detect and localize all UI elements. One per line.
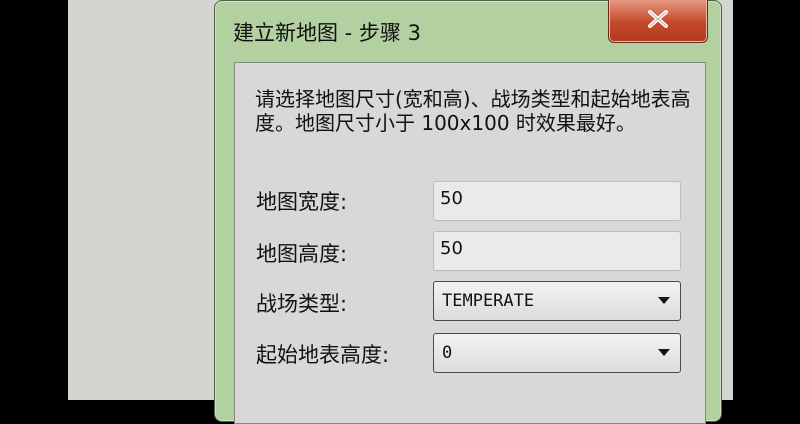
- chevron-down-icon[interactable]: [658, 297, 670, 304]
- desktop-background: 建立新地图 - 步骤 3 请选择地图尺寸(宽和高)、战场类型和起始地表高度。地图…: [68, 0, 733, 424]
- start-height-label: 起始地表高度:: [256, 343, 390, 367]
- start-height-select[interactable]: 0: [433, 333, 681, 373]
- close-icon: [648, 10, 668, 28]
- start-height-value: 0: [442, 343, 453, 363]
- battlefield-type-select[interactable]: TEMPERATE: [433, 281, 681, 321]
- close-button[interactable]: [608, 0, 708, 43]
- chevron-down-icon[interactable]: [658, 349, 670, 356]
- map-width-input[interactable]: 50: [433, 181, 681, 221]
- letterbox-right: [733, 0, 800, 400]
- battlefield-type-label: 战场类型:: [256, 292, 348, 316]
- new-map-wizard-dialog: 建立新地图 - 步骤 3 请选择地图尺寸(宽和高)、战场类型和起始地表高度。地图…: [214, 0, 722, 424]
- map-height-input[interactable]: 50: [433, 231, 681, 271]
- dialog-content: 请选择地图尺寸(宽和高)、战场类型和起始地表高度。地图尺寸小于 100x100 …: [234, 62, 706, 424]
- battlefield-type-value: TEMPERATE: [442, 291, 535, 311]
- map-height-label: 地图高度:: [256, 242, 348, 266]
- map-width-label: 地图宽度:: [256, 190, 348, 214]
- window-title: 建立新地图 - 步骤 3: [233, 21, 421, 45]
- letterbox-left: [0, 0, 68, 400]
- title-bar[interactable]: 建立新地图 - 步骤 3: [215, 0, 721, 59]
- instruction-text: 请选择地图尺寸(宽和高)、战场类型和起始地表高度。地图尺寸小于 100x100 …: [255, 87, 691, 135]
